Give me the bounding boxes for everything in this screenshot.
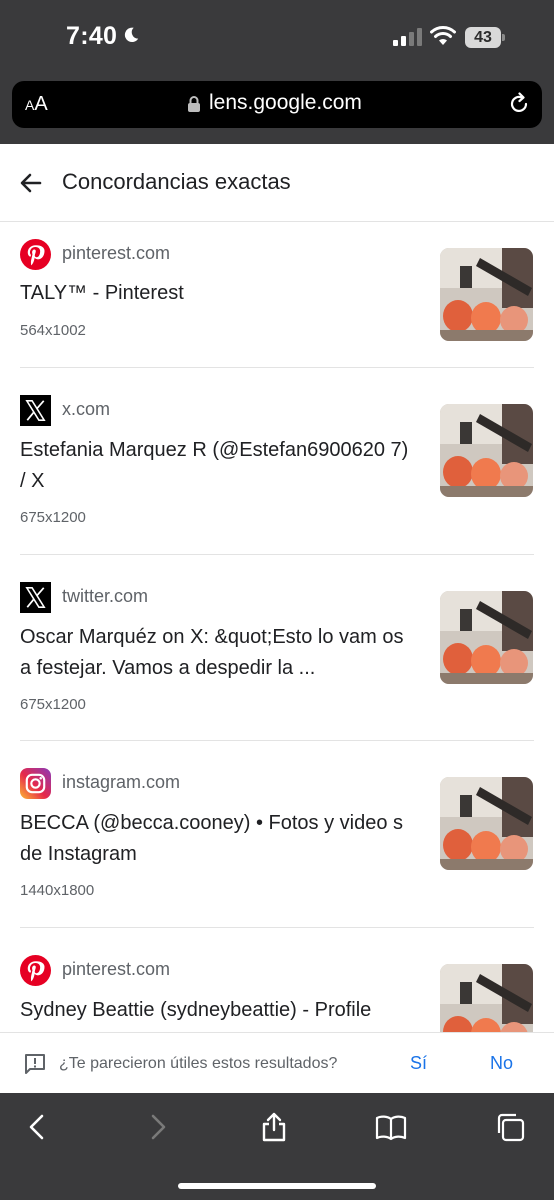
- url-bar[interactable]: AA lens.google.com: [12, 81, 542, 128]
- page-title: Concordancias exactas: [62, 169, 291, 194]
- result-site: pinterest.com: [62, 243, 171, 263]
- result-item[interactable]: twitter.com Oscar Marquéz on X: &quot;Es…: [20, 555, 534, 741]
- result-item[interactable]: instagram.com BECCA (@becca.cooney) • Fo…: [20, 741, 534, 928]
- browser-top-chrome: 7:40 43 AA lens.google.com: [0, 0, 554, 144]
- tabs-icon[interactable]: [494, 1111, 526, 1143]
- result-thumbnail[interactable]: [440, 248, 533, 341]
- result-dimensions: 675x1200: [20, 509, 86, 526]
- result-site: pinterest.com: [62, 958, 171, 979]
- result-title[interactable]: Oscar Marquéz on X: &quot;Esto lo vam os…: [20, 622, 415, 684]
- battery-icon: 43: [465, 27, 505, 48]
- feedback-no-button[interactable]: No: [490, 1053, 513, 1074]
- pinterest-icon: [20, 239, 51, 270]
- lock-icon: [188, 96, 200, 112]
- result-dimensions: 564x1002: [20, 322, 86, 339]
- home-indicator: [178, 1183, 376, 1189]
- battery-level: 43: [474, 29, 492, 46]
- share-icon[interactable]: [258, 1111, 290, 1143]
- forward-icon[interactable]: [141, 1111, 173, 1143]
- x-icon: [20, 395, 51, 426]
- feedback-icon: [25, 1054, 45, 1074]
- result-thumbnail[interactable]: [440, 777, 533, 870]
- bookmarks-icon[interactable]: [375, 1111, 407, 1143]
- party-photo-thumbnail: [440, 590, 533, 684]
- instagram-icon: [20, 768, 51, 799]
- result-site: instagram.com: [62, 772, 181, 792]
- feedback-question: ¿Te parecieron útiles estos resultados?: [59, 1055, 338, 1072]
- page-header: Concordancias exactas: [0, 144, 554, 222]
- feedback-bar: ¿Te parecieron útiles estos resultados? …: [0, 1032, 554, 1093]
- back-arrow-icon[interactable]: [18, 170, 44, 196]
- result-site: x.com: [62, 399, 111, 419]
- result-thumbnail[interactable]: [440, 404, 533, 497]
- result-item[interactable]: pinterest.com Sydney Beattie (sydneybeat…: [20, 928, 534, 1032]
- back-icon[interactable]: [22, 1111, 54, 1143]
- result-title[interactable]: BECCA (@becca.cooney) • Fotos y video s …: [20, 808, 415, 870]
- result-thumbnail[interactable]: [440, 590, 533, 684]
- reload-icon[interactable]: [507, 92, 531, 116]
- status-bar: 7:40 43: [0, 0, 554, 76]
- result-title[interactable]: TALY™ - Pinterest: [20, 278, 415, 309]
- results-list: pinterest.com TALY™ - Pinterest 564x1002…: [0, 222, 554, 1032]
- text-size-button[interactable]: AA: [25, 93, 48, 116]
- wifi-icon: [430, 26, 456, 45]
- cellular-signal-icon: [393, 28, 422, 46]
- party-photo-thumbnail: [440, 777, 533, 870]
- do-not-disturb-moon-icon: [124, 27, 139, 43]
- x-icon: [20, 581, 51, 613]
- party-photo-thumbnail: [440, 963, 533, 1032]
- result-item[interactable]: pinterest.com TALY™ - Pinterest 564x1002: [20, 222, 534, 368]
- party-photo-thumbnail: [440, 404, 533, 497]
- result-dimensions: 1440x1800: [20, 882, 95, 899]
- feedback-yes-button[interactable]: Sí: [410, 1053, 427, 1074]
- result-item[interactable]: x.com Estefania Marquez R (@Estefan69006…: [20, 368, 534, 555]
- party-photo-thumbnail: [440, 248, 533, 341]
- pinterest-icon: [20, 954, 51, 986]
- result-dimensions: 675x1200: [20, 695, 86, 713]
- status-time: 7:40: [66, 22, 118, 50]
- result-title[interactable]: Sydney Beattie (sydneybeattie) - Profile: [20, 995, 415, 1026]
- result-site: twitter.com: [62, 585, 149, 606]
- result-title[interactable]: Estefania Marquez R (@Estefan6900620 7) …: [20, 435, 415, 497]
- result-thumbnail[interactable]: [440, 963, 533, 1032]
- browser-toolbar: [0, 1093, 554, 1200]
- url-text[interactable]: lens.google.com: [209, 91, 362, 115]
